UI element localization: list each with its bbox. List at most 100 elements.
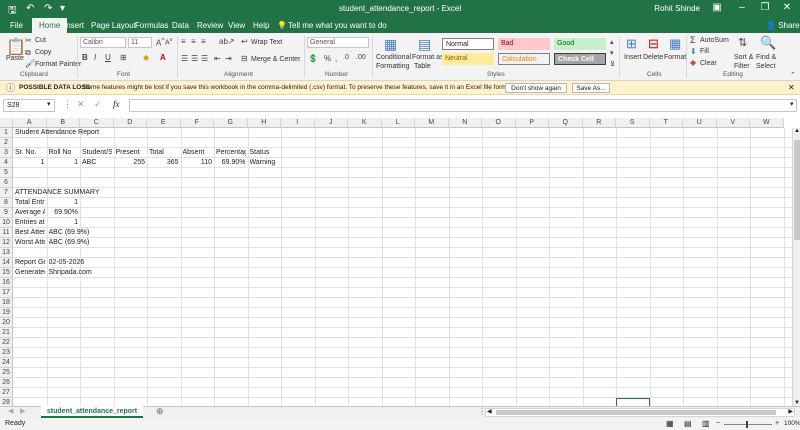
row-header-12[interactable]: 12 (0, 238, 13, 248)
normal-view-icon[interactable]: ▦ (666, 418, 674, 430)
cell-b12[interactable]: ABC (69.9%) (49, 238, 179, 248)
align-middle-icon[interactable]: ≡ (191, 37, 196, 46)
select-all-corner[interactable] (0, 118, 13, 128)
page-break-view-icon[interactable]: ▥ (702, 418, 710, 430)
row-header-6[interactable]: 6 (0, 178, 13, 188)
row-header-15[interactable]: 15 (0, 268, 13, 278)
close-icon[interactable]: ✕ (780, 2, 794, 13)
style-neutral[interactable]: Neutral (442, 53, 494, 65)
formula-input[interactable] (129, 99, 797, 112)
underline-icon[interactable]: U (105, 53, 111, 62)
column-header-b[interactable]: B (46, 118, 80, 128)
number-format-box[interactable]: General (307, 37, 369, 48)
column-header-d[interactable]: D (113, 118, 147, 128)
cell-b10[interactable]: 1 (49, 218, 78, 228)
user-name[interactable]: Rohit Shinde (654, 4, 700, 13)
styles-scroll-icon[interactable]: ▴ (610, 38, 614, 46)
decrease-font-icon[interactable]: Av (165, 37, 173, 46)
function-icon[interactable]: fx (113, 99, 120, 109)
enter-icon[interactable]: ✓ (94, 99, 102, 110)
cell-a7[interactable]: ATTENDANCE SUMMARY (15, 188, 145, 198)
style-bad[interactable]: Bad (498, 38, 550, 50)
row-header-8[interactable]: 8 (0, 198, 13, 208)
column-header-c[interactable]: C (80, 118, 114, 128)
horizontal-scroll-thumb[interactable] (496, 410, 776, 415)
row-header-2[interactable]: 2 (0, 138, 13, 148)
tab-insert[interactable]: Insert (64, 20, 84, 33)
scroll-up-icon[interactable]: ▲ (794, 128, 800, 134)
align-center-icon[interactable]: ☰ (191, 54, 198, 63)
row-header-11[interactable]: 11 (0, 228, 13, 238)
align-bottom-icon[interactable]: ≡ (201, 37, 206, 46)
active-cell[interactable] (616, 398, 650, 406)
row-header-4[interactable]: 4 (0, 158, 13, 168)
column-header-f[interactable]: F (180, 118, 214, 128)
ribbon-display-icon[interactable]: ▣ (710, 2, 724, 13)
cell-f4[interactable]: 110 (183, 158, 212, 168)
column-header-l[interactable]: L (381, 118, 415, 128)
percent-icon[interactable]: % (324, 54, 331, 63)
cell-b15[interactable]: Shripada.com (49, 268, 179, 278)
column-header-r[interactable]: R (582, 118, 616, 128)
cell-e4[interactable]: 365 (149, 158, 179, 168)
cell-a3[interactable]: Sr. No. (15, 148, 45, 158)
next-sheet-icon[interactable]: ▶ (20, 407, 25, 415)
save-as-button[interactable]: Save As... (572, 83, 610, 93)
tab-formulas[interactable]: Formulas (135, 20, 168, 33)
tab-review[interactable]: Review (197, 20, 223, 33)
name-box-dropdown-icon[interactable]: ▾ (47, 100, 51, 108)
align-right-icon[interactable]: ☰ (201, 54, 208, 63)
scroll-right-icon[interactable]: ▶ (788, 408, 793, 415)
row-header-28[interactable]: 28 (0, 398, 13, 406)
increase-font-icon[interactable]: A^ (156, 37, 164, 48)
add-sheet-icon[interactable]: ⊕ (156, 406, 164, 417)
column-header-u[interactable]: U (683, 118, 717, 128)
cell-a11[interactable]: Best Atten (15, 228, 45, 238)
cancel-icon[interactable]: ✕ (77, 99, 85, 110)
column-header-a[interactable]: A (13, 118, 47, 128)
zoom-out-icon[interactable]: − (716, 418, 720, 430)
align-top-icon[interactable]: ≡ (181, 37, 186, 46)
column-header-j[interactable]: J (314, 118, 348, 128)
column-header-o[interactable]: O (482, 118, 516, 128)
sheet-tab-active[interactable]: student_attendance_report (41, 406, 143, 418)
row-header-1[interactable]: 1 (0, 128, 13, 138)
style-normal[interactable]: Normal (442, 38, 494, 50)
font-name-box[interactable]: Calibri (80, 37, 126, 48)
cell-c4[interactable]: ABC (82, 158, 112, 168)
cell-a12[interactable]: Worst Atte (15, 238, 45, 248)
borders-icon[interactable]: ⊞ (120, 53, 127, 62)
zoom-slider[interactable] (724, 424, 772, 425)
cell-f3[interactable]: Absent (183, 148, 213, 158)
cell-b9[interactable]: 69.90% (49, 208, 78, 218)
expand-formula-icon[interactable]: ▾ (790, 100, 794, 108)
styles-scroll-icon[interactable]: ▾ (610, 49, 614, 57)
cell-a15[interactable]: Generated (15, 268, 45, 278)
fill-color-icon[interactable]: ◆ (143, 53, 149, 62)
column-header-t[interactable]: T (649, 118, 683, 128)
cell-b3[interactable]: Roll No (49, 148, 79, 158)
column-header-v[interactable]: V (716, 118, 750, 128)
orientation-icon[interactable]: ab↗ (219, 37, 235, 46)
tab-page-layout[interactable]: Page Layout (91, 20, 136, 33)
vertical-scroll-thumb[interactable] (794, 140, 800, 240)
italic-icon[interactable]: I (94, 53, 96, 62)
column-header-m[interactable]: M (415, 118, 449, 128)
page-layout-view-icon[interactable]: ▤ (684, 418, 692, 430)
prev-sheet-icon[interactable]: ◀ (8, 407, 13, 415)
bold-icon[interactable]: B (82, 53, 88, 62)
row-header-20[interactable]: 20 (0, 318, 13, 328)
column-header-q[interactable]: Q (549, 118, 583, 128)
row-header-19[interactable]: 19 (0, 308, 13, 318)
minimize-icon[interactable]: – (735, 2, 749, 13)
tab-data[interactable]: Data (172, 20, 189, 33)
cell-a9[interactable]: Average At (15, 208, 45, 218)
zoom-in-icon[interactable]: + (775, 418, 779, 430)
row-header-21[interactable]: 21 (0, 328, 13, 338)
row-header-13[interactable]: 13 (0, 248, 13, 258)
tab-view[interactable]: View (228, 20, 245, 33)
cell-b4[interactable]: 1 (49, 158, 78, 168)
font-size-box[interactable]: 11 (128, 37, 152, 48)
style-calculation[interactable]: Calculation (498, 53, 550, 65)
align-left-icon[interactable]: ☰ (181, 54, 188, 63)
